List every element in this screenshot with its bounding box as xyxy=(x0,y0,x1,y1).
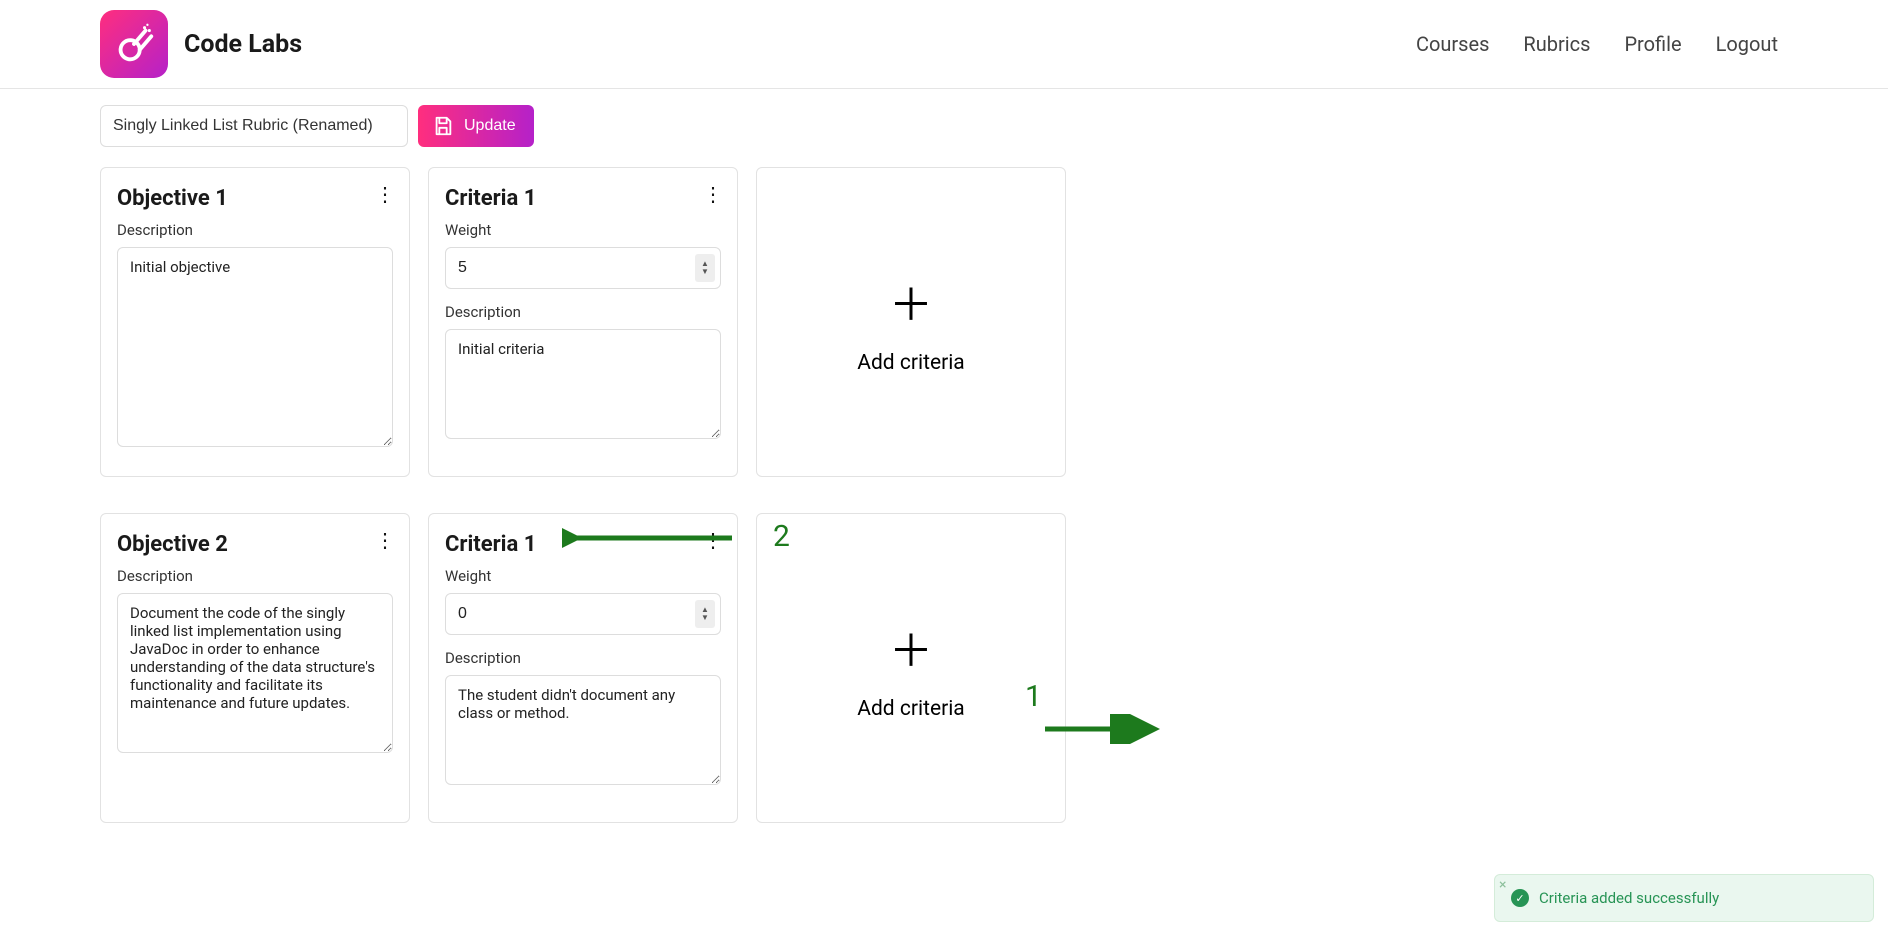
rubric-name-input[interactable] xyxy=(100,105,408,147)
objective-card: ⋮ Objective 1 Description xyxy=(100,167,410,477)
app-logo xyxy=(100,10,168,78)
brand-name: Code Labs xyxy=(184,30,302,59)
weight-label: Weight xyxy=(445,221,721,239)
nav-courses[interactable]: Courses xyxy=(1416,32,1489,56)
add-criteria-button[interactable]: ＋ Add criteria xyxy=(756,513,1066,823)
nav-rubrics[interactable]: Rubrics xyxy=(1523,32,1590,56)
description-label: Description xyxy=(117,567,393,585)
flask-icon xyxy=(111,21,157,67)
toolbar: Update xyxy=(100,105,1788,147)
weight-input[interactable] xyxy=(445,593,721,635)
objective-description-input[interactable] xyxy=(117,247,393,447)
toast-message: Criteria added successfully xyxy=(1539,889,1719,907)
objective-title: Objective 1 xyxy=(117,186,393,211)
kebab-icon[interactable]: ⋮ xyxy=(701,182,725,206)
criteria-title: Criteria 1 xyxy=(445,532,721,557)
description-label: Description xyxy=(445,303,721,321)
save-icon xyxy=(432,115,454,137)
kebab-icon[interactable]: ⋮ xyxy=(373,528,397,552)
kebab-icon[interactable]: ⋮ xyxy=(373,182,397,206)
criteria-card: ⋮ Criteria 1 Weight ▲ ▼ Description xyxy=(428,513,738,823)
weight-input[interactable] xyxy=(445,247,721,289)
number-stepper[interactable]: ▲ ▼ xyxy=(695,254,715,282)
update-button-label: Update xyxy=(464,117,516,135)
weight-label: Weight xyxy=(445,567,721,585)
main-nav: Courses Rubrics Profile Logout xyxy=(1416,32,1778,56)
brand: Code Labs xyxy=(100,10,302,78)
plus-icon: ＋ xyxy=(889,269,933,333)
close-icon[interactable]: × xyxy=(1499,877,1506,893)
number-stepper[interactable]: ▲ ▼ xyxy=(695,600,715,628)
description-label: Description xyxy=(117,221,393,239)
nav-profile[interactable]: Profile xyxy=(1624,32,1681,56)
criteria-description-input[interactable] xyxy=(445,329,721,439)
objective-title: Objective 2 xyxy=(117,532,393,557)
criteria-description-input[interactable] xyxy=(445,675,721,785)
content: Update ⋮ Objective 1 Description ⋮ Crite… xyxy=(0,89,1888,899)
add-criteria-button[interactable]: ＋ Add criteria xyxy=(756,167,1066,477)
app-header: Code Labs Courses Rubrics Profile Logout xyxy=(0,0,1888,89)
objective-card: ⋮ Objective 2 Description xyxy=(100,513,410,823)
nav-logout[interactable]: Logout xyxy=(1716,32,1778,56)
rubric-row: ⋮ Objective 2 Description ⋮ Criteria 1 W… xyxy=(100,513,1788,823)
add-criteria-label: Add criteria xyxy=(857,351,964,375)
chevron-down-icon: ▼ xyxy=(701,614,709,622)
objective-description-input[interactable] xyxy=(117,593,393,753)
description-label: Description xyxy=(445,649,721,667)
plus-icon: ＋ xyxy=(889,615,933,679)
chevron-down-icon: ▼ xyxy=(701,268,709,276)
rubric-row: ⋮ Objective 1 Description ⋮ Criteria 1 W… xyxy=(100,167,1788,477)
update-button[interactable]: Update xyxy=(418,105,534,147)
add-criteria-label: Add criteria xyxy=(857,697,964,721)
toast-success: × ✓ Criteria added successfully xyxy=(1494,874,1874,922)
check-circle-icon: ✓ xyxy=(1511,889,1529,907)
criteria-card: ⋮ Criteria 1 Weight ▲ ▼ Description xyxy=(428,167,738,477)
criteria-title: Criteria 1 xyxy=(445,186,721,211)
kebab-icon[interactable]: ⋮ xyxy=(701,528,725,552)
